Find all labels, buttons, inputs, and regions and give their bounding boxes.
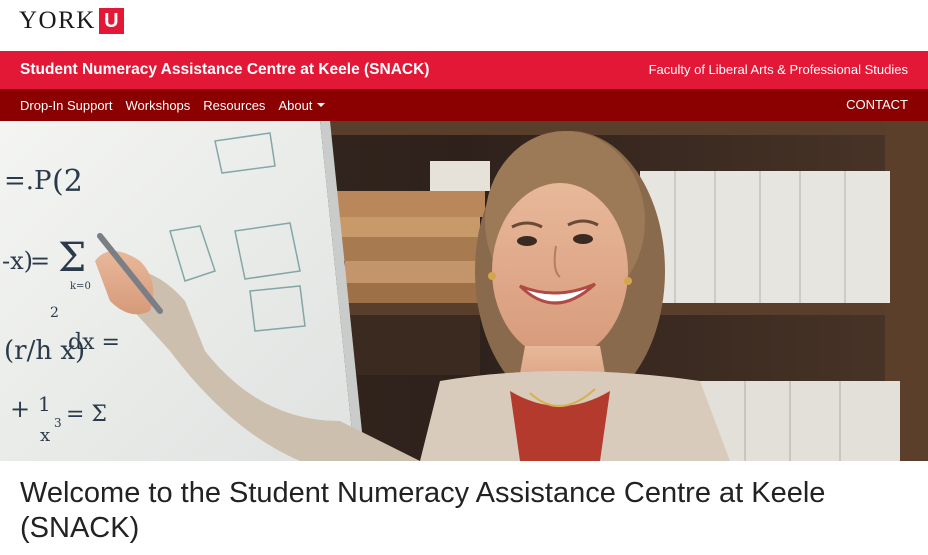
whiteboard-text: 3 (54, 416, 62, 430)
whiteboard-text: Σ (58, 235, 86, 281)
logo-u-mark: U (98, 8, 124, 34)
whiteboard-text: k=0 (70, 281, 91, 292)
whiteboard-text: 1 (38, 392, 51, 416)
nav-item-label: Resources (203, 97, 266, 113)
whiteboard-text: (2 (52, 164, 83, 199)
whiteboard-text: -x) (2, 247, 33, 275)
site-title-link[interactable]: Student Numeracy Assistance Centre at Ke… (20, 51, 429, 89)
whiteboard-text: + (10, 395, 30, 423)
nav-item-label: Workshops (125, 97, 191, 113)
whiteboard-text: x (40, 425, 50, 446)
whiteboard-text: = (30, 247, 50, 275)
nav-item-workshops[interactable]: Workshops (126, 98, 191, 113)
nav-item-drop-in-support[interactable]: Drop-In Support (20, 98, 113, 113)
chevron-down-icon (317, 103, 326, 107)
whiteboard-text: dx = (68, 330, 120, 355)
site-title-bar: Student Numeracy Assistance Centre at Ke… (0, 51, 928, 89)
page-heading: Welcome to the Student Numeracy Assistan… (20, 477, 826, 544)
nav-item-resources[interactable]: Resources (203, 98, 265, 113)
main-nav: Drop-In Support Workshops Resources Abou… (0, 89, 928, 121)
nav-item-about[interactable]: About (278, 97, 326, 113)
logo-wordmark: YORK (19, 7, 96, 34)
whiteboard-text: = Σ (66, 402, 107, 427)
nav-item-label: About (278, 97, 313, 113)
york-logo[interactable]: YORK U (19, 6, 124, 36)
faculty-link[interactable]: Faculty of Liberal Arts & Professional S… (649, 51, 908, 89)
logo-bar: YORK U (0, 0, 928, 51)
contact-link[interactable]: CONTACT (846, 89, 908, 121)
nav-item-label: Drop-In Support (20, 97, 113, 113)
whiteboard-text: =.P (4, 166, 52, 196)
hero-image: =.P (2 -x) = Σ k=0 (r/h x) 2 dx = + 1 x … (0, 121, 928, 461)
whiteboard-text: 2 (50, 305, 59, 321)
